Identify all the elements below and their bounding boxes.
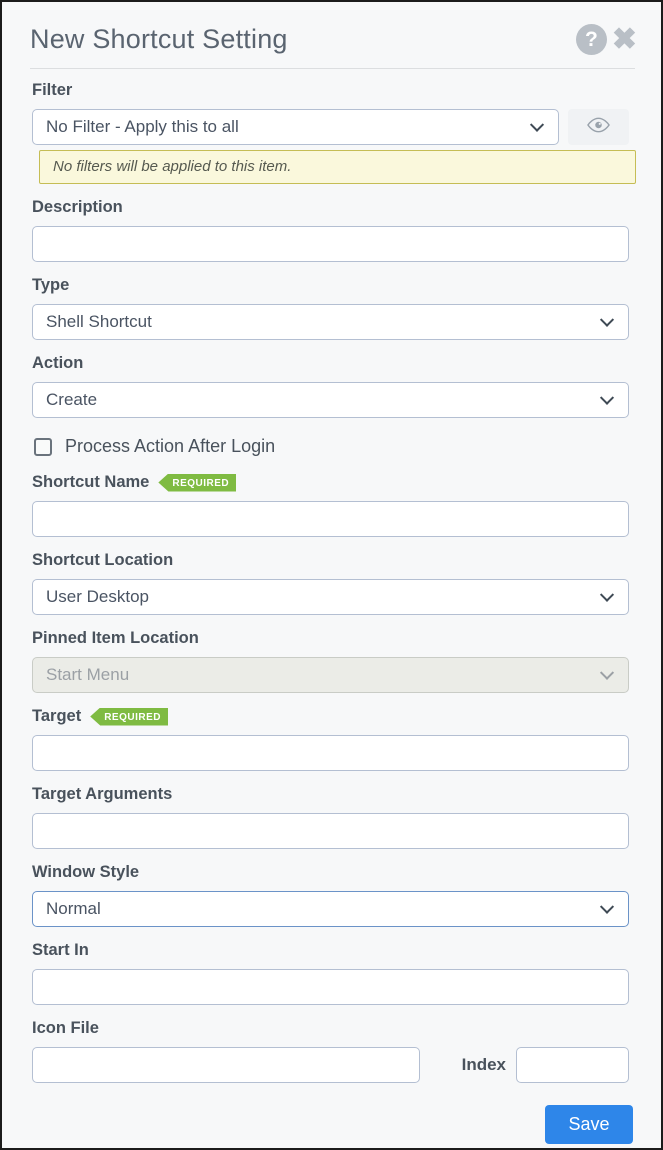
filter-select-value: No Filter - Apply this to all <box>46 117 239 137</box>
save-button[interactable]: Save <box>545 1105 633 1144</box>
chevron-down-icon <box>600 588 614 602</box>
shortcut-location-select-value: User Desktop <box>46 587 149 607</box>
shortcut-name-input[interactable] <box>32 501 629 537</box>
target-arguments-label: Target Arguments <box>32 785 629 804</box>
target-label: Target <box>32 707 81 726</box>
action-select[interactable]: Create <box>32 382 629 418</box>
chevron-down-icon <box>600 313 614 327</box>
close-icon[interactable]: ✖ <box>612 25 637 55</box>
pinned-item-location-label: Pinned Item Location <box>32 629 629 648</box>
shortcut-name-label: Shortcut Name <box>32 473 149 492</box>
filter-select[interactable]: No Filter - Apply this to all <box>32 109 559 145</box>
icon-file-label: Icon File <box>32 1019 629 1038</box>
window-style-select-value: Normal <box>46 899 101 919</box>
form-body: Filter No Filter - Apply this to all No … <box>2 81 661 1144</box>
window-style-label: Window Style <box>32 863 629 882</box>
description-input[interactable] <box>32 226 629 262</box>
eye-icon <box>587 117 610 138</box>
required-badge: REQUIRED <box>158 474 236 492</box>
help-icon[interactable]: ? <box>576 24 607 55</box>
index-input[interactable] <box>516 1047 629 1083</box>
required-badge: REQUIRED <box>90 708 168 726</box>
action-select-value: Create <box>46 390 97 410</box>
new-shortcut-setting-dialog: New Shortcut Setting ? ✖ Filter No Filte… <box>0 0 663 1150</box>
start-in-label: Start In <box>32 941 629 960</box>
filter-preview-button[interactable] <box>568 109 629 145</box>
chevron-down-icon <box>600 900 614 914</box>
header-divider <box>30 68 635 69</box>
action-label: Action <box>32 354 629 373</box>
chevron-down-icon <box>530 118 544 132</box>
filter-notice: No filters will be applied to this item. <box>39 150 636 184</box>
pinned-item-location-select-value: Start Menu <box>46 665 129 685</box>
window-style-select[interactable]: Normal <box>32 891 629 927</box>
dialog-footer: Save <box>32 1105 629 1144</box>
pinned-item-location-select: Start Menu <box>32 657 629 693</box>
start-in-input[interactable] <box>32 969 629 1005</box>
type-label: Type <box>32 276 629 295</box>
target-arguments-input[interactable] <box>32 813 629 849</box>
process-after-login-checkbox[interactable] <box>34 438 52 456</box>
process-after-login-row: Process Action After Login <box>34 436 629 457</box>
shortcut-location-label: Shortcut Location <box>32 551 629 570</box>
target-input[interactable] <box>32 735 629 771</box>
dialog-header: New Shortcut Setting ? ✖ <box>2 2 661 55</box>
page-title: New Shortcut Setting <box>30 24 576 55</box>
icon-file-row: Index <box>32 1047 629 1083</box>
icon-file-input[interactable] <box>32 1047 420 1083</box>
type-select-value: Shell Shortcut <box>46 312 152 332</box>
process-after-login-label: Process Action After Login <box>65 436 275 457</box>
chevron-down-icon <box>600 666 614 680</box>
filter-row: No Filter - Apply this to all <box>32 109 629 145</box>
shortcut-location-select[interactable]: User Desktop <box>32 579 629 615</box>
filter-label: Filter <box>32 81 629 100</box>
chevron-down-icon <box>600 391 614 405</box>
description-label: Description <box>32 198 629 217</box>
type-select[interactable]: Shell Shortcut <box>32 304 629 340</box>
index-label: Index <box>462 1055 506 1075</box>
